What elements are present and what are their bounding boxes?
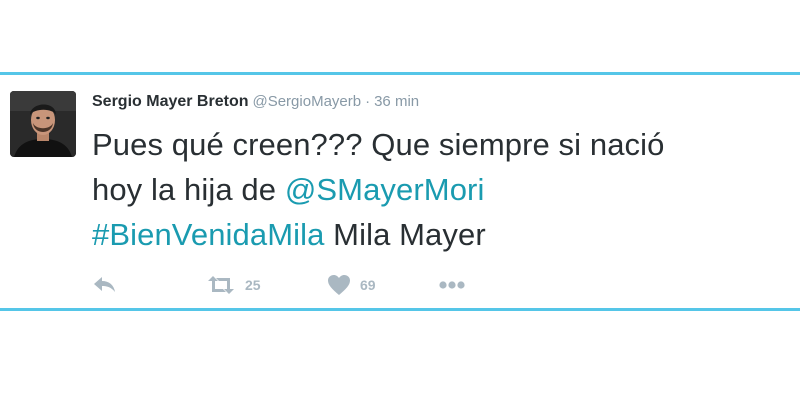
hashtag-link[interactable]: #BienVenidaMila xyxy=(92,217,324,252)
mention-link[interactable]: @SMayerMori xyxy=(285,172,485,207)
tweet-screenshot: Sergio Mayer Breton @SergioMayerb · 36 min … xyxy=(0,0,800,400)
more-dots-icon xyxy=(439,281,465,289)
tweet-text: Pues qué creen??? Que siempre si nació h… xyxy=(92,122,792,257)
tweet-text-line-3-suffix: Mila Mayer xyxy=(324,217,486,252)
heart-icon xyxy=(328,275,350,295)
retweet-button[interactable]: 25 xyxy=(206,273,261,297)
like-count: 69 xyxy=(360,277,376,293)
tweet-timestamp[interactable]: 36 min xyxy=(374,93,419,110)
tweet-card[interactable]: Sergio Mayer Breton @SergioMayerb · 36 min … xyxy=(0,75,800,308)
retweet-icon xyxy=(208,276,234,294)
retweet-count: 25 xyxy=(245,277,261,293)
tweet-text-line-2: hoy la hija de @SMayerMori xyxy=(92,167,792,212)
tweet-header: Sergio Mayer Breton @SergioMayerb · 36 min xyxy=(92,92,419,112)
header-separator: · xyxy=(365,93,371,110)
bottom-divider xyxy=(0,308,800,311)
tweet-text-line-3: #BienVenidaMila Mila Mayer xyxy=(92,212,792,257)
tweet-text-line-1: Pues qué creen??? Que siempre si nació xyxy=(92,127,665,162)
tweet-text-line-2-prefix: hoy la hija de xyxy=(92,172,285,207)
tweet-actions: 25 69 xyxy=(92,273,492,297)
author-handle[interactable]: @SergioMayerb xyxy=(252,93,361,110)
more-options-button[interactable] xyxy=(438,273,466,297)
author-name[interactable]: Sergio Mayer Breton xyxy=(92,93,248,110)
reply-icon xyxy=(94,277,115,292)
like-button[interactable]: 69 xyxy=(327,273,376,297)
avatar[interactable] xyxy=(10,91,76,157)
reply-button[interactable] xyxy=(92,273,118,297)
avatar-portrait-image xyxy=(10,91,76,157)
